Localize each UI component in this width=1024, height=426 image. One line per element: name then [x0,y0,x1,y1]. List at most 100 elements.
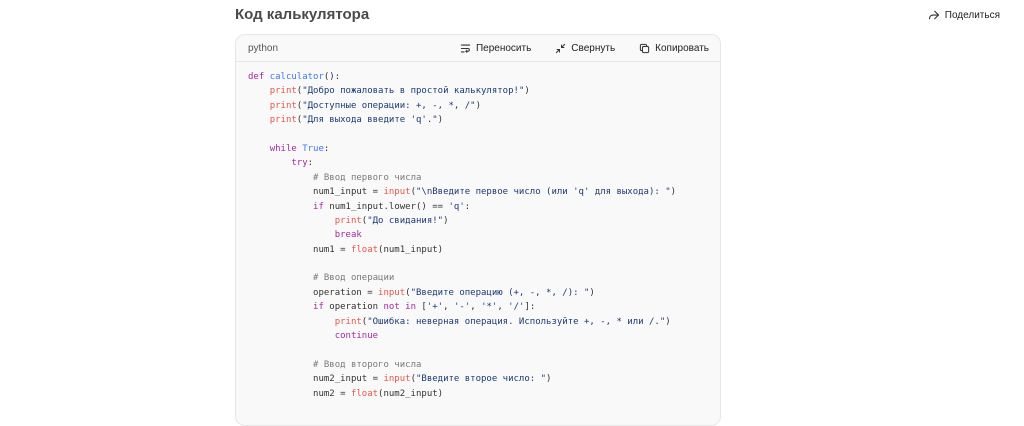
code-line: num1 = float(num1_input) [248,243,708,257]
code-token: print [334,316,362,327]
code-token: input [383,374,411,385]
code-token: if [313,302,330,313]
code-token: ) [665,316,671,327]
code-token: (num1_input) [378,244,444,255]
code-token: '+' [426,302,444,313]
code-token: def [248,72,270,82]
code-token: : [307,158,314,169]
code-token: continue [334,331,379,342]
collapse-label: Свернуть [571,42,616,54]
code-token: # Ввод операции [313,273,395,284]
code-line: # Ввод операции [248,271,708,285]
share-label: Поделиться [944,9,1000,21]
code-line: def calculator(): [248,70,708,84]
code-line: print("Добро пожаловать в простой кальку… [248,84,708,98]
code-token: (): [323,72,341,82]
copy-button[interactable]: Копировать [639,43,709,54]
code-token: ) [524,86,530,97]
code-token: while [269,143,303,154]
page-title: Код калькулятора [235,6,370,23]
code-token: '-' [453,302,471,313]
code-token: "Доступные операции: +, -, *, /" [302,100,476,111]
code-line: if operation not in ['+', '-', '*', '/']… [248,300,708,314]
collapse-icon [556,43,566,53]
code-token: '/' [508,302,525,313]
share-button[interactable]: Поделиться [928,9,1000,21]
code-token: : [323,143,330,154]
code-token: input [378,287,406,298]
code-token: ) [475,100,482,111]
code-token: , [470,302,482,313]
code-token: "Введите операцию (+, -, *, /): " [410,287,590,298]
share-icon [928,10,939,20]
code-token: num2_input = [248,374,384,385]
code-token: True [302,143,324,154]
code-token: print [269,86,297,97]
code-line: print("Для выхода введите 'q'.") [248,113,708,127]
code-line: if num1_input.lower() == 'q': [248,200,708,214]
code-line: # Ввод первого числа [248,171,708,185]
code-token: try [291,158,308,169]
code-line: print("До свидания!") [248,214,708,228]
code-token: ) [589,287,595,298]
code-token: "\nВведите первое число (или 'q' для вых… [415,187,671,198]
code-token: print [269,100,297,111]
code-token: num1_input = [248,187,384,198]
wrap-lines-button[interactable]: Переносить [460,43,531,54]
code-token: , [443,302,454,313]
code-language-label: python [248,42,279,54]
code-token: "Ошибка: неверная операция. Используйте … [367,316,666,327]
code-line: continue [248,329,708,343]
code-token: calculator [269,72,324,82]
collapse-button[interactable]: Свернуть [555,43,615,54]
code-token: ) [546,374,552,385]
code-token: # Ввод второго числа [313,359,422,370]
code-token: float [350,244,379,255]
code-line: num2 = float(num2_input) [248,387,708,401]
code-token: ]: [524,302,536,313]
code-token: float [350,388,379,399]
code-line: try: [248,156,708,170]
code-token: print [269,115,297,126]
code-token: if [313,201,330,212]
code-token: (num2_input) [378,388,444,399]
code-line: while True: [248,142,708,156]
code-token: "Для выхода введите 'q'." [302,115,438,126]
code-line: num1_input = input("\nВведите первое чис… [248,185,708,199]
code-line: operation = input("Введите операцию (+, … [248,286,708,300]
code-token: "Добро пожаловать в простой калькулятор!… [302,86,525,97]
copy-icon [640,43,650,53]
code-token: break [334,230,362,241]
wrap-text-icon [460,44,471,53]
code-token: "До свидания!" [367,215,444,226]
code-line: num2_input = input("Введите второе число… [248,372,708,386]
code-token: num2 = [248,388,351,399]
code-token: ) [443,215,449,226]
code-token: num1_input.lower() == [329,201,449,212]
code-content[interactable]: def calculator(): print("Добро пожаловат… [236,62,720,401]
code-token: ) [437,115,444,126]
code-token: input [383,187,411,198]
code-token: operation [329,302,384,313]
code-token: , [497,302,509,313]
code-block-header: python Переносить Свернуть Копировать [236,35,720,62]
code-block: python Переносить Свернуть Копировать de… [235,34,721,426]
code-token: not in [383,302,422,313]
code-token: 'q' [448,201,465,212]
